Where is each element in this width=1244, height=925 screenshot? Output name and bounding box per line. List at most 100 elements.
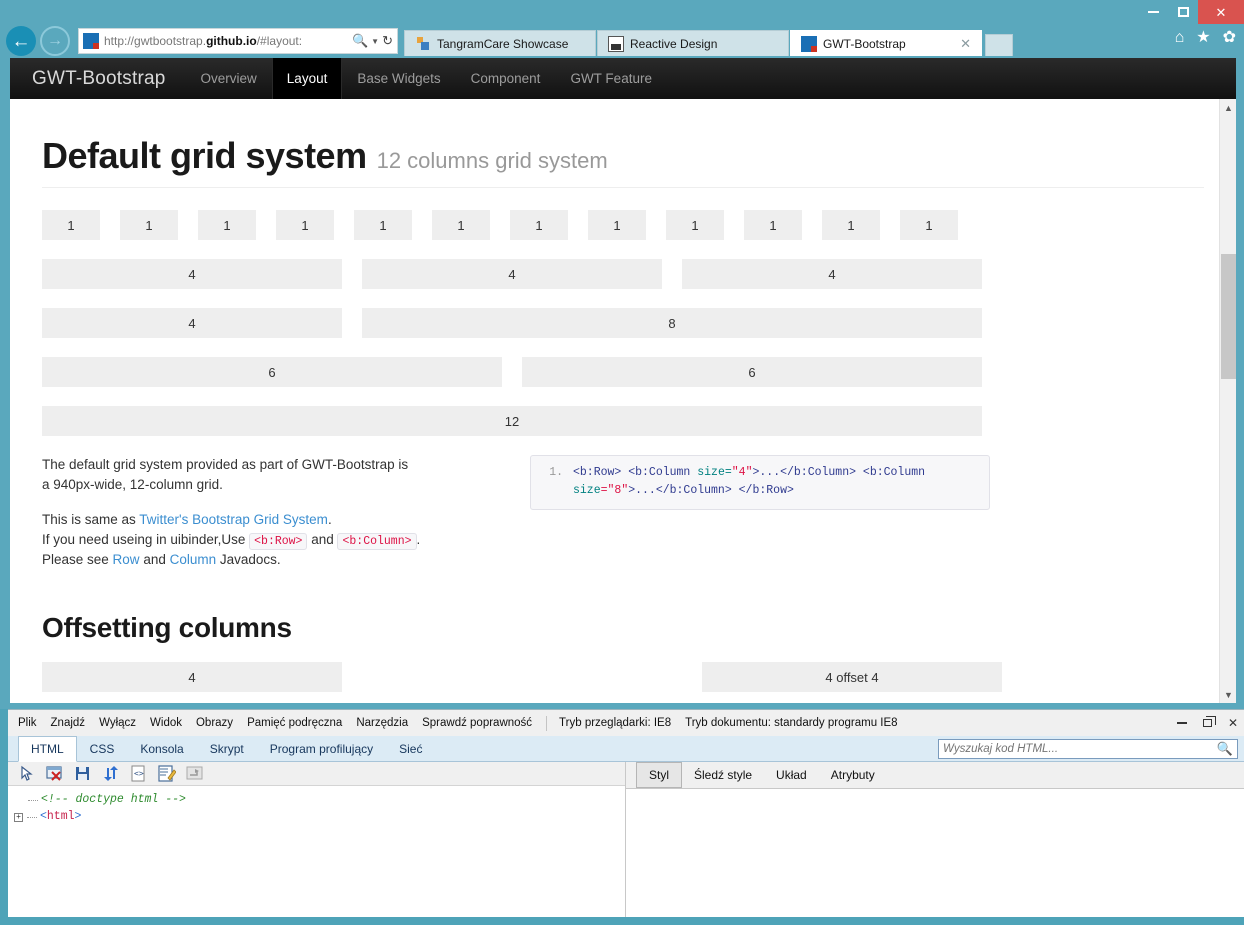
- nav-item-overview[interactable]: Overview: [186, 58, 272, 99]
- scrollbar-thumb[interactable]: [1221, 254, 1236, 379]
- nav-item-base-widgets[interactable]: Base Widgets: [342, 58, 455, 99]
- expand-plus-icon[interactable]: +: [14, 812, 23, 822]
- document-mode-label[interactable]: Tryb dokumentu: standardy programu IE8: [685, 717, 897, 729]
- devtools-minimize-button[interactable]: [1176, 722, 1187, 724]
- grid-col: 1: [588, 210, 646, 240]
- new-tab-button[interactable]: [985, 34, 1013, 56]
- devtools-body: <> <!-- doctype html --> + < html > Styl…: [8, 762, 1244, 918]
- tree-node-text: <!-- doctype html -->: [41, 793, 186, 806]
- devtools-restore-button[interactable]: [1202, 716, 1216, 727]
- tree-node-html-element[interactable]: + < html >: [14, 809, 625, 826]
- offset-grid-row: 4 4 offset 4: [42, 662, 1204, 693]
- grid-col: 1: [42, 210, 100, 240]
- minimize-icon: [1176, 722, 1187, 724]
- browser-tab-tangramcare[interactable]: TangramCare Showcase: [404, 30, 596, 56]
- and-text-1: and: [307, 531, 338, 547]
- menu-wylacz[interactable]: Wyłącz: [99, 717, 136, 729]
- tab-label: Reactive Design: [630, 36, 718, 51]
- scroll-down-arrow-icon[interactable]: ▼: [1220, 686, 1236, 703]
- devtools-window-controls: ✕: [1176, 710, 1238, 736]
- forward-button[interactable]: →: [40, 26, 70, 56]
- page-scrollbar[interactable]: ▲ ▼: [1219, 99, 1236, 703]
- search-input[interactable]: [943, 743, 1217, 755]
- desc-line-2: a 940px-wide, 12-column grid.: [42, 477, 223, 493]
- html-dom-tree: <!-- doctype html --> + < html >: [8, 786, 625, 825]
- style-tab-atrybuty[interactable]: Atrybuty: [819, 762, 887, 788]
- devtools-tab-html[interactable]: HTML: [18, 736, 77, 762]
- document-icon: [608, 35, 624, 52]
- settings-gear-icon[interactable]: ✿: [1223, 30, 1236, 46]
- desktop-bottom-strip: [0, 917, 1244, 925]
- menu-widok[interactable]: Widok: [150, 717, 182, 729]
- tab-close-icon[interactable]: ✕: [960, 36, 971, 52]
- page-header: Default grid system 12 columns grid syste…: [42, 99, 1204, 188]
- devtools-tab-css[interactable]: CSS: [77, 736, 128, 761]
- maximize-icon: [1177, 7, 1189, 17]
- page-viewport: GWT-Bootstrap Overview Layout Base Widge…: [10, 58, 1236, 703]
- column-javadoc-link[interactable]: Column: [170, 552, 217, 567]
- close-button[interactable]: ✕: [1198, 0, 1244, 24]
- row-javadoc-link[interactable]: Row: [113, 552, 140, 567]
- browser-mode-label[interactable]: Tryb przeglądarki: IE8: [559, 717, 671, 729]
- nav-item-gwt-feature[interactable]: GWT Feature: [555, 58, 667, 99]
- tab-strip: TangramCare Showcase Reactive Design GWT…: [404, 28, 1013, 56]
- style-tab-uklad[interactable]: Układ: [764, 762, 819, 788]
- select-element-cursor-icon[interactable]: [18, 765, 36, 782]
- tangram-icon: [415, 36, 431, 52]
- grid-row-3: 4 8: [42, 308, 1204, 338]
- chevron-down-icon[interactable]: ▼: [371, 37, 379, 46]
- style-tab-sledz-style[interactable]: Śledź style: [682, 762, 764, 788]
- address-bar[interactable]: http://gwtbootstrap.github.io/#layout: 🔍…: [78, 28, 398, 54]
- grid-col: 8: [362, 308, 982, 338]
- code-token-attr-size: size=: [697, 466, 732, 479]
- devtools-tab-program-profilujacy[interactable]: Program profilujący: [257, 736, 386, 761]
- grid-offset-spacer: [362, 662, 682, 692]
- site-favicon-icon: [83, 33, 99, 49]
- browser-tab-gwt-bootstrap[interactable]: GWT-Bootstrap ✕: [790, 30, 982, 56]
- nav-item-component[interactable]: Component: [456, 58, 556, 99]
- devtools-html-pane: <> <!-- doctype html --> + < html >: [8, 762, 626, 918]
- back-arrow-icon: ←: [11, 30, 31, 52]
- scroll-up-arrow-icon[interactable]: ▲: [1220, 99, 1236, 116]
- menu-obrazy[interactable]: Obrazy: [196, 717, 233, 729]
- devtools-tab-konsola[interactable]: Konsola: [127, 736, 196, 761]
- devtools-search-box[interactable]: 🔍: [938, 739, 1238, 759]
- search-icon[interactable]: 🔍: [1217, 741, 1233, 757]
- edit-icon[interactable]: [158, 765, 177, 782]
- style-tab-styl[interactable]: Styl: [636, 762, 683, 788]
- code-example-block: 1. <b:Row> <b:Column size="4">...</b:Col…: [530, 455, 990, 510]
- forward-arrow-icon: →: [47, 32, 63, 49]
- clear-browser-cache-icon[interactable]: [46, 765, 64, 782]
- minimize-button[interactable]: [1138, 0, 1168, 24]
- devtools-tab-siec[interactable]: Sieć: [386, 736, 435, 761]
- tree-tag-name: html: [46, 809, 75, 823]
- site-brand[interactable]: GWT-Bootstrap: [10, 58, 186, 99]
- search-icon[interactable]: 🔍: [352, 33, 368, 49]
- devtools-tab-skrypt[interactable]: Skrypt: [197, 736, 257, 761]
- menu-plik[interactable]: Plik: [18, 717, 37, 729]
- devtools-close-button[interactable]: ✕: [1228, 716, 1238, 730]
- style-pane-content: [626, 788, 1244, 918]
- tree-node-doctype-comment[interactable]: <!-- doctype html -->: [14, 792, 625, 809]
- twitter-bootstrap-grid-link[interactable]: Twitter's Bootstrap Grid System: [139, 512, 328, 527]
- favorites-star-icon[interactable]: ★: [1196, 30, 1210, 46]
- grid-col: 1: [276, 210, 334, 240]
- view-source-icon[interactable]: <>: [130, 765, 148, 782]
- nav-item-layout[interactable]: Layout: [271, 58, 343, 99]
- menu-pamiec-podreczna[interactable]: Pamięć podręczna: [247, 717, 342, 729]
- refresh-icon[interactable]: ↻: [382, 33, 393, 49]
- save-icon[interactable]: [74, 765, 92, 782]
- menu-narzedzia[interactable]: Narzędzia: [356, 717, 408, 729]
- refresh-icon[interactable]: [102, 765, 120, 782]
- menu-znajdz[interactable]: Znajdź: [51, 717, 86, 729]
- back-button[interactable]: ←: [6, 26, 36, 56]
- grid-col-offset-base: 4: [42, 662, 342, 693]
- maximize-button[interactable]: [1168, 0, 1198, 24]
- section-title-offsetting-columns: Offsetting columns: [42, 612, 292, 644]
- browser-tab-reactive-design[interactable]: Reactive Design: [597, 30, 789, 56]
- home-icon[interactable]: ⌂: [1175, 30, 1185, 46]
- menu-sprawdz-poprawnosc[interactable]: Sprawdź poprawność: [422, 717, 532, 729]
- grid-description-section: The default grid system provided as part…: [42, 455, 1204, 584]
- restore-icon: [1202, 716, 1216, 727]
- grid-row-4: 6 6: [42, 357, 1204, 387]
